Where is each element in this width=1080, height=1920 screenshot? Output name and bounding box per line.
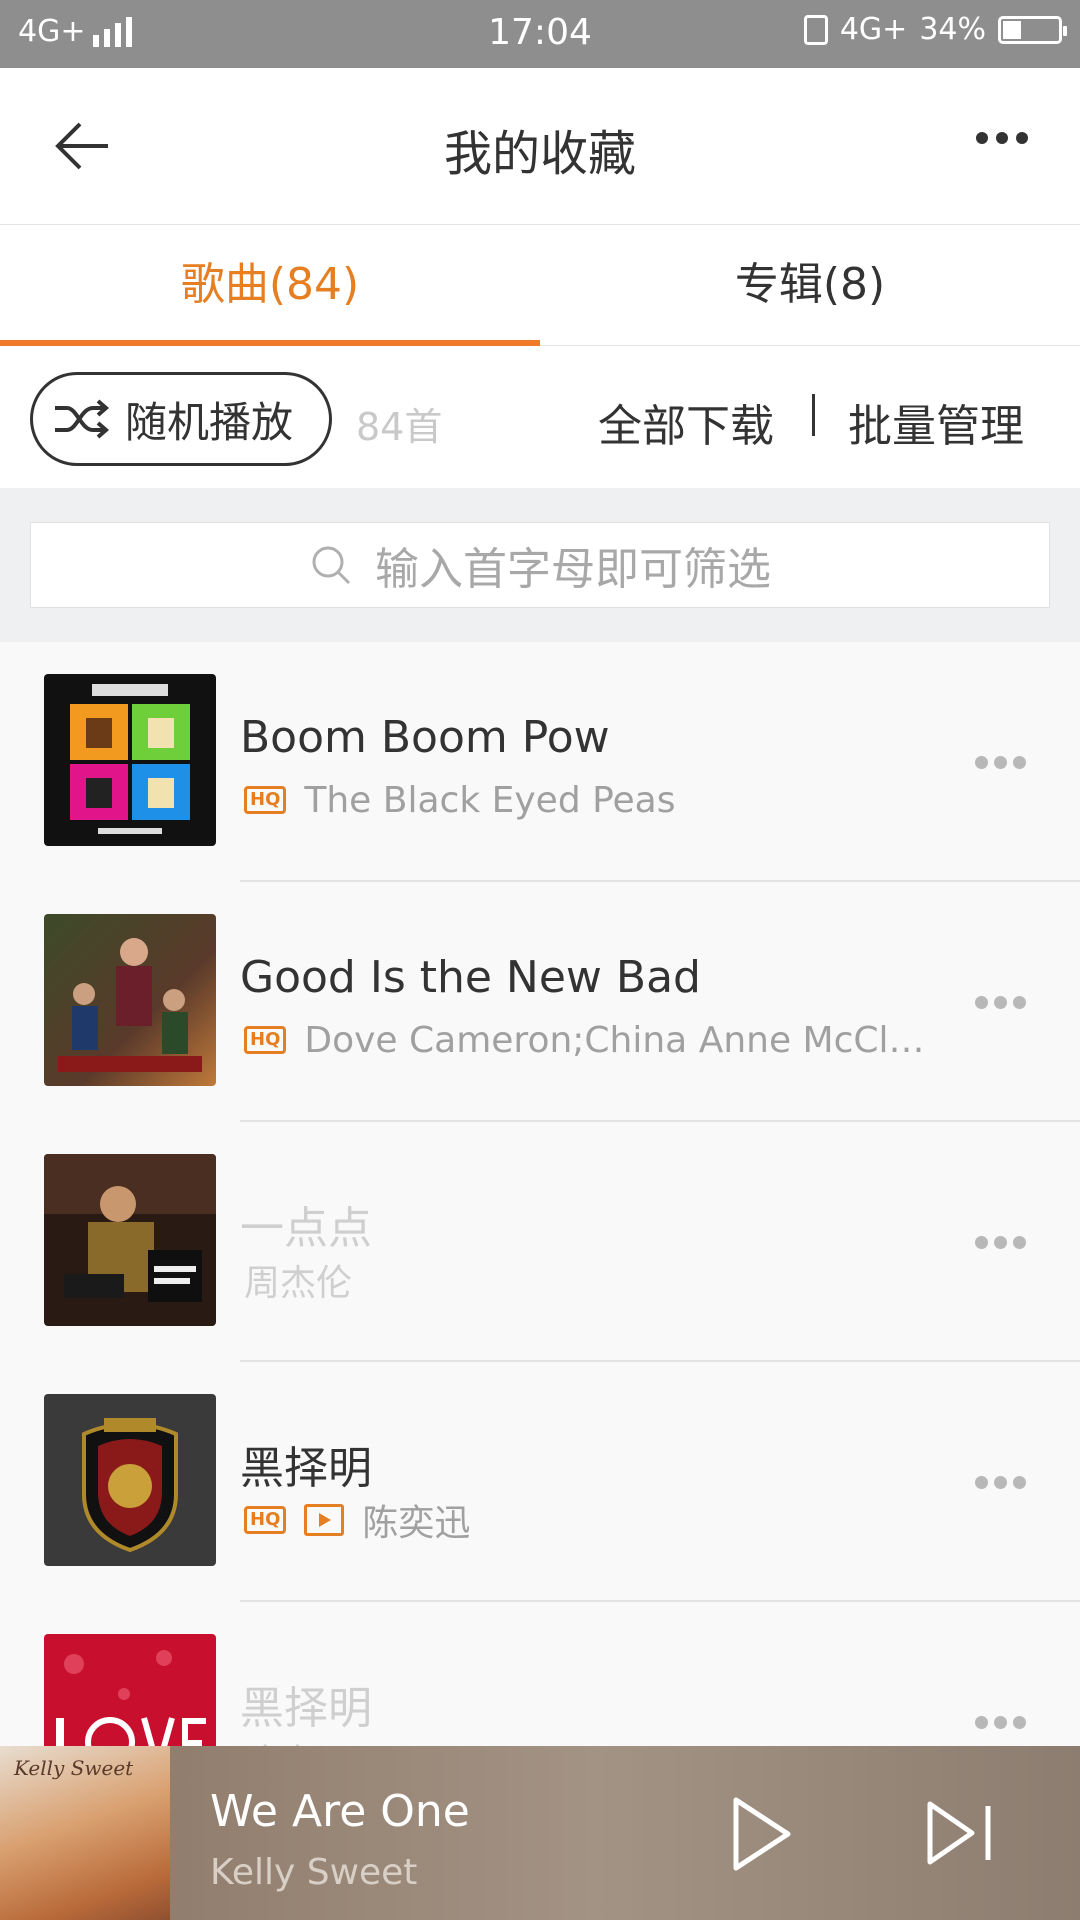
- song-artist: 陈奕迅: [362, 1503, 471, 1544]
- song-meta: HQ 陈奕迅: [244, 1498, 470, 1544]
- status-right: 4G+ 34%: [803, 12, 1067, 47]
- action-bar: 随机播放 84首 全部下载 批量管理: [0, 346, 1080, 488]
- more-options-icon[interactable]: [976, 132, 1028, 144]
- black-eyed-peas-beginning-cover: [44, 674, 216, 846]
- hq-badge-icon: HQ: [244, 1026, 287, 1054]
- filter-placeholder: 输入首字母即可筛选: [375, 544, 771, 595]
- song-title: Good Is the New Bad: [240, 952, 701, 1003]
- batch-manage-button[interactable]: 批量管理: [848, 390, 1024, 454]
- song-row[interactable]: 黑择明 HQ 陈奕迅: [0, 1362, 1080, 1602]
- song-meta: 周杰伦: [244, 1258, 352, 1304]
- bedtime-stories-cover: [44, 1154, 216, 1326]
- song-artist: 陈奕迅: [244, 1734, 352, 1746]
- song-more-icon[interactable]: [975, 1716, 1026, 1729]
- song-row[interactable]: Good Is the New Bad HQ Dove Cameron;Chin…: [0, 882, 1080, 1122]
- search-icon: [312, 546, 351, 585]
- song-title: Boom Boom Pow: [240, 712, 610, 763]
- status-bar: 4G+ 17:04 4G+ 34%: [0, 0, 1080, 68]
- shuffle-icon: [55, 399, 110, 439]
- mv-badge-icon[interactable]: [304, 1504, 345, 1536]
- song-more-icon[interactable]: [975, 1476, 1026, 1489]
- filter-input[interactable]: 输入首字母即可筛选: [30, 522, 1050, 608]
- song-title: 一点点: [240, 1203, 372, 1254]
- hq-badge-icon: HQ: [244, 1506, 287, 1534]
- song-more-icon[interactable]: [975, 996, 1026, 1009]
- shuffle-play-button[interactable]: 随机播放: [30, 372, 332, 466]
- now-playing-bar[interactable]: Kelly Sweet We Are One Kelly Sweet: [0, 1746, 1080, 1920]
- app-header: 我的收藏: [0, 68, 1080, 225]
- song-row[interactable]: 一点点 周杰伦: [0, 1122, 1080, 1362]
- battery-icon: [998, 15, 1067, 44]
- song-title: 黑择明: [240, 1443, 372, 1494]
- filter-section: 输入首字母即可筛选: [0, 488, 1080, 642]
- song-artist: The Black Eyed Peas: [304, 779, 676, 821]
- song-artist: 周杰伦: [244, 1263, 353, 1304]
- tab-bar: 歌曲(84) 专辑(8): [0, 225, 1080, 346]
- song-more-icon[interactable]: [975, 756, 1026, 769]
- song-list: Boom Boom Pow HQ The Black Eyed Peas Goo…: [0, 642, 1080, 1746]
- action-divider: [812, 394, 815, 436]
- vibrate-icon: [803, 14, 828, 45]
- tab-songs[interactable]: 歌曲(84): [0, 225, 540, 345]
- now-playing-artist: Kelly Sweet: [210, 1852, 418, 1893]
- song-row[interactable]: 黑择明 陈奕迅: [0, 1602, 1080, 1746]
- next-track-icon[interactable]: [924, 1800, 996, 1866]
- crest-cover: [44, 1394, 216, 1566]
- descendants-cover: [44, 914, 216, 1086]
- song-count: 84首: [356, 405, 443, 449]
- song-artist: Dove Cameron;China Anne McCl…: [304, 1019, 925, 1061]
- download-all-button[interactable]: 全部下载: [598, 390, 774, 454]
- tab-albums[interactable]: 专辑(8): [540, 225, 1080, 345]
- song-meta: HQ The Black Eyed Peas: [244, 778, 676, 822]
- now-playing-title: We Are One: [210, 1786, 470, 1837]
- network-type-right: 4G+: [839, 12, 908, 47]
- song-row[interactable]: Boom Boom Pow HQ The Black Eyed Peas: [0, 642, 1080, 882]
- cover-artist-text: Kelly Sweet: [14, 1756, 134, 1780]
- song-title: 黑择明: [240, 1683, 372, 1734]
- now-playing-cover[interactable]: Kelly Sweet: [0, 1746, 170, 1920]
- shuffle-label: 随机播放: [125, 397, 294, 447]
- battery-percent: 34%: [919, 12, 986, 47]
- song-meta: HQ Dove Cameron;China Anne McCl…: [244, 1018, 925, 1062]
- song-more-icon[interactable]: [975, 1236, 1026, 1249]
- page-title: 我的收藏: [443, 126, 636, 182]
- play-icon[interactable]: [730, 1796, 794, 1872]
- love-cover: [44, 1634, 216, 1746]
- hq-badge-icon: HQ: [244, 786, 287, 814]
- song-meta: 陈奕迅: [244, 1738, 352, 1746]
